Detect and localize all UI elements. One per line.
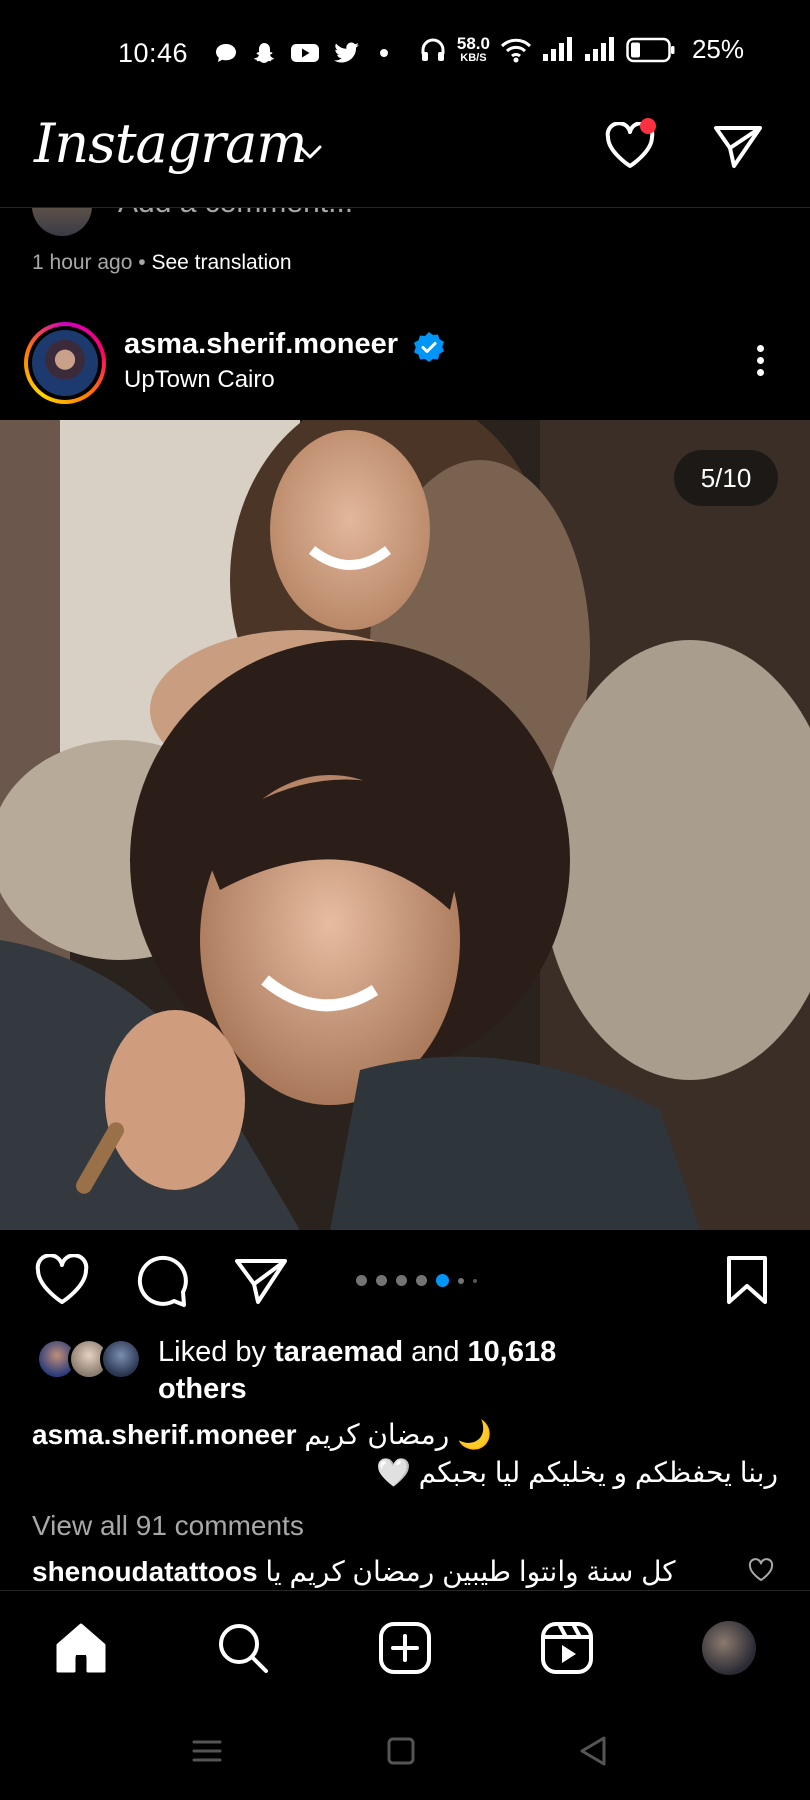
post-location[interactable]: UpTown Cairo <box>124 366 275 394</box>
top-comment: shenoudatattoos كل سنة وانتوا طيبين رمضا… <box>32 1555 732 1589</box>
notification-dot <box>640 118 656 134</box>
carousel-dot <box>473 1278 477 1283</box>
comment-like-heart-icon[interactable] <box>748 1558 774 1582</box>
caption-text-line2: ربنا يحفظكم و يخليكم ليا بحبكم 🤍 <box>375 1457 778 1488</box>
system-status: 58.0 KB/S 25% <box>419 34 744 65</box>
chevron-down-icon[interactable] <box>296 142 324 162</box>
carousel-dot-active <box>436 1274 449 1287</box>
reels-icon[interactable] <box>540 1621 594 1675</box>
avatar <box>100 1338 142 1380</box>
separator: • <box>132 251 152 274</box>
profile-avatar[interactable] <box>700 1619 758 1677</box>
view-all-comments-link[interactable]: View all 91 comments <box>32 1510 304 1542</box>
notification-icons <box>214 41 394 65</box>
back-icon[interactable] <box>576 1734 610 1768</box>
see-translation-link[interactable]: See translation <box>151 251 291 274</box>
caption-text-line1: رمضان كريم 🌙 <box>304 1419 492 1450</box>
photo-content <box>0 420 810 1230</box>
carousel-counter: 5/10 <box>674 450 778 506</box>
caption-username[interactable]: asma.sherif.moneer <box>32 1419 297 1450</box>
signal-icon <box>542 36 572 61</box>
carousel-dot <box>416 1275 427 1286</box>
home-button-icon[interactable] <box>384 1734 418 1768</box>
post-username[interactable]: asma.sherif.moneer <box>124 328 398 361</box>
create-post-icon[interactable] <box>378 1621 432 1675</box>
liked-by-prefix: Liked by <box>158 1336 275 1368</box>
prev-post-timestamp: 1 hour ago • See translation <box>32 251 292 275</box>
search-icon[interactable] <box>216 1621 270 1675</box>
network-speed: 58.0 KB/S <box>457 35 490 64</box>
comment-username[interactable]: shenoudatattoos <box>32 1556 258 1587</box>
time-ago: 1 hour ago <box>32 251 133 274</box>
liker-avatars[interactable] <box>36 1338 146 1380</box>
wifi-icon <box>500 38 532 62</box>
caption: asma.sherif.moneer رمضان كريم 🌙 <box>32 1418 492 1451</box>
comment-text: كل سنة وانتوا طيبين رمضان كريم يا <box>265 1556 676 1587</box>
bookmark-icon[interactable] <box>724 1254 770 1306</box>
youtube-icon <box>291 44 320 62</box>
post-image[interactable]: 5/10 <box>0 420 810 1230</box>
likes-summary[interactable]: Liked by taraemad and 10,618 others <box>158 1334 678 1408</box>
home-icon[interactable] <box>54 1621 108 1675</box>
app-header: Instagram <box>0 106 810 208</box>
system-navigation-bar <box>0 1706 810 1800</box>
battery-icon <box>626 37 675 62</box>
carousel-dot <box>356 1275 367 1286</box>
comment-icon[interactable] <box>134 1254 190 1308</box>
verified-badge-icon <box>414 332 444 362</box>
status-bar: 10:46 58.0 KB/S 25% <box>0 0 810 106</box>
snapchat-icon <box>254 43 274 63</box>
signal-icon <box>584 36 614 61</box>
carousel-dot <box>458 1277 464 1284</box>
like-heart-icon[interactable] <box>34 1254 90 1306</box>
liked-by-user[interactable]: taraemad <box>274 1336 403 1368</box>
bottom-navigation <box>0 1590 810 1706</box>
net-speed-unit: KB/S <box>460 52 487 64</box>
carousel-dot <box>376 1275 387 1286</box>
likes-count[interactable]: 10,618 <box>468 1336 557 1368</box>
dot-icon <box>380 49 389 57</box>
battery-percent: 25% <box>691 34 744 64</box>
carousel-dot <box>396 1275 407 1286</box>
instagram-logo[interactable]: Instagram <box>34 112 307 175</box>
chat-icon <box>216 44 237 62</box>
post-action-bar <box>0 1230 810 1334</box>
post-header: asma.sherif.moneer UpTown Cairo <box>0 316 810 420</box>
likes-others[interactable]: others <box>158 1373 247 1405</box>
twitter-icon <box>334 42 360 63</box>
story-ring[interactable] <box>24 322 106 404</box>
carousel-dots <box>356 1274 477 1287</box>
avatar <box>32 330 98 396</box>
menu-icon[interactable] <box>190 1734 224 1768</box>
share-icon[interactable] <box>234 1256 288 1306</box>
direct-message-icon[interactable] <box>712 122 764 170</box>
net-speed-value: 58.0 <box>456 34 490 53</box>
liked-by-and: and <box>403 1336 468 1368</box>
more-options-icon[interactable] <box>744 340 776 388</box>
status-time: 10:46 <box>118 37 189 68</box>
headphones-icon <box>421 38 445 61</box>
